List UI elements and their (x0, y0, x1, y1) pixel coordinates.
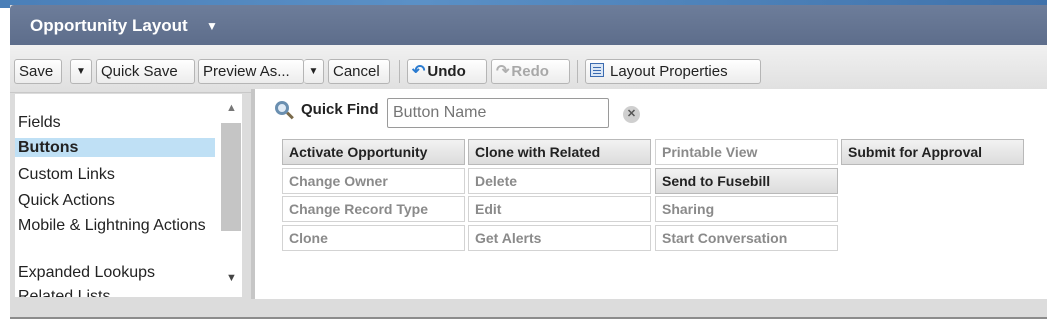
sidebar-item-fields[interactable]: Fields (15, 113, 215, 132)
palette-button-item[interactable]: Edit (468, 196, 651, 222)
palette-items-panel: Quick Find ✕ Activate Opportunity Change… (255, 89, 1047, 299)
palette-button-item[interactable]: Clone with Related (468, 139, 651, 165)
palette-category-list: Fields Buttons Custom Links Quick Action… (15, 94, 242, 297)
quick-find-label: Quick Find (301, 101, 379, 118)
redo-button[interactable]: ↷ Redo (491, 59, 570, 84)
toolbar: Save ▼ Quick Save Preview As... ▼ Cancel… (10, 45, 1047, 93)
palette-button-item[interactable]: Change Owner (282, 168, 465, 194)
sidebar-item-quick-actions[interactable]: Quick Actions (15, 191, 215, 210)
clear-search-icon[interactable]: ✕ (623, 106, 640, 123)
palette-button-item[interactable]: Submit for Approval (841, 139, 1024, 165)
layout-properties-icon (590, 63, 604, 77)
search-icon-handle (286, 111, 294, 120)
palette-button-item[interactable]: Send to Fusebill (655, 168, 838, 194)
palette-button-item[interactable]: Start Conversation (655, 225, 838, 251)
cancel-button[interactable]: Cancel (328, 59, 390, 84)
palette-button-item[interactable]: Change Record Type (282, 196, 465, 222)
sidebar-item-related-lists[interactable]: Related Lists (15, 287, 215, 297)
redo-icon: ↷ (496, 63, 510, 80)
undo-button[interactable]: ↶ Undo (407, 59, 487, 84)
chevron-down-icon[interactable]: ▼ (206, 19, 218, 33)
undo-icon: ↶ (412, 63, 426, 80)
palette-button-item[interactable]: Printable View (655, 139, 838, 165)
sidebar-item-mobile-lightning-actions[interactable]: Mobile & Lightning Actions (15, 216, 215, 235)
quick-find-input[interactable] (387, 98, 609, 128)
footer-divider (10, 317, 1047, 319)
toolbar-divider (577, 60, 578, 83)
preview-as-button[interactable]: Preview As... (198, 59, 304, 84)
palette-button-item[interactable]: Clone (282, 225, 465, 251)
undo-label: Undo (427, 63, 466, 80)
scroll-down-icon[interactable]: ▼ (226, 272, 237, 284)
save-dropdown-arrow[interactable]: ▼ (70, 59, 92, 84)
scrollbar-thumb[interactable] (221, 123, 241, 231)
palette-button-item[interactable]: Sharing (655, 196, 838, 222)
palette-button-item[interactable]: Delete (468, 168, 651, 194)
quick-save-button[interactable]: Quick Save (96, 59, 195, 84)
palette-button-item[interactable]: Activate Opportunity (282, 139, 465, 165)
save-button[interactable]: Save (14, 59, 62, 84)
sidebar-item-expanded-lookups[interactable]: Expanded Lookups (15, 263, 215, 282)
sidebar-scrollbar[interactable]: ▲ ▼ (220, 94, 242, 297)
scroll-up-icon[interactable]: ▲ (226, 102, 237, 114)
footer-bar (10, 299, 1047, 317)
layout-properties-button[interactable]: Layout Properties (585, 59, 761, 84)
layout-properties-label: Layout Properties (610, 63, 728, 80)
sidebar-item-buttons[interactable]: Buttons (15, 138, 215, 157)
sidebar-item-custom-links[interactable]: Custom Links (15, 165, 215, 184)
toolbar-divider (399, 60, 400, 83)
layout-title[interactable]: Opportunity Layout (30, 16, 188, 36)
palette-button-item[interactable]: Get Alerts (468, 225, 651, 251)
redo-label: Redo (511, 63, 549, 80)
layout-header: Opportunity Layout ▼ (10, 5, 1047, 45)
preview-as-dropdown-arrow[interactable]: ▼ (304, 59, 324, 84)
